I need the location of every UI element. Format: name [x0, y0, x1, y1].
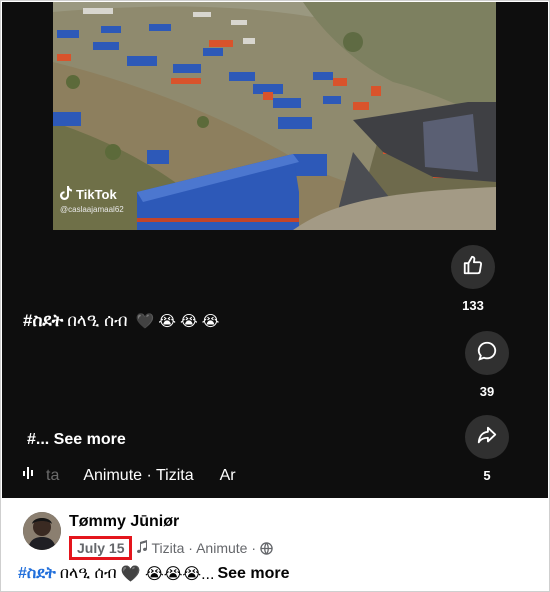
video-caption: #ስደት በላዒ ሰብ 🖤 😭 😭 😭	[23, 311, 219, 331]
share-action[interactable]: 5	[464, 415, 510, 483]
post-see-more-link[interactable]: See more	[217, 565, 289, 583]
like-action[interactable]: 133	[450, 245, 496, 313]
post-text: #ስደት በላዒ ሰብ 🖤 😭😭😭... See more	[18, 564, 290, 584]
post-meta: July 15 Tizita · Animute ·	[69, 536, 273, 560]
avatar[interactable]	[23, 512, 61, 550]
comment-action[interactable]: 39	[464, 331, 510, 399]
tiktok-brand: TikTok	[76, 187, 117, 202]
comment-count: 39	[479, 384, 495, 399]
caption-text: በላዒ ሰብ	[67, 311, 128, 330]
thumbs-up-icon	[462, 254, 484, 281]
music-icon	[22, 466, 34, 485]
post-hashtag[interactable]: #ስደት	[18, 565, 56, 583]
see-more-link[interactable]: #... See more	[27, 431, 126, 449]
tiktok-handle: @caslaajamaal62	[60, 205, 124, 214]
post-footer: Tømmy Jūniør July 15 Tizita · Animute · …	[2, 498, 548, 591]
music-next: Ar	[219, 466, 236, 484]
music-prefix: ta	[46, 466, 60, 484]
share-count: 5	[483, 468, 491, 483]
post-music[interactable]: Tizita · Animute ·	[151, 540, 256, 556]
caption-hashtag[interactable]: #ስደት	[23, 311, 63, 331]
music-ticker[interactable]: ta Animute · Tizita Ar	[22, 466, 236, 485]
share-button[interactable]	[465, 415, 509, 459]
music-note-icon	[136, 540, 148, 556]
caption-emoji: 🖤 😭 😭 😭	[135, 313, 220, 330]
like-count: 133	[462, 298, 484, 313]
like-button[interactable]	[451, 245, 495, 289]
comment-button[interactable]	[465, 331, 509, 375]
comment-icon	[476, 340, 498, 367]
video-player[interactable]: TikTok @caslaajamaal62 #ስደት በላዒ ሰብ 🖤 😭 😭…	[2, 2, 548, 498]
tiktok-watermark: TikTok	[60, 186, 117, 203]
tiktok-icon	[60, 186, 72, 203]
post-body: በላዒ ሰብ	[59, 565, 117, 582]
globe-icon[interactable]	[260, 541, 273, 555]
post-card: TikTok @caslaajamaal62 #ስደት በላዒ ሰብ 🖤 😭 😭…	[0, 0, 550, 592]
video-thumbnail[interactable]	[53, 2, 496, 230]
post-emoji: 🖤 😭😭😭...	[120, 566, 215, 583]
post-date[interactable]: July 15	[69, 536, 133, 560]
share-icon	[476, 424, 498, 451]
music-track: Animute · Tizita	[83, 466, 194, 484]
author-name[interactable]: Tømmy Jūniør	[69, 513, 179, 531]
hillside-camp-scene	[53, 2, 496, 230]
